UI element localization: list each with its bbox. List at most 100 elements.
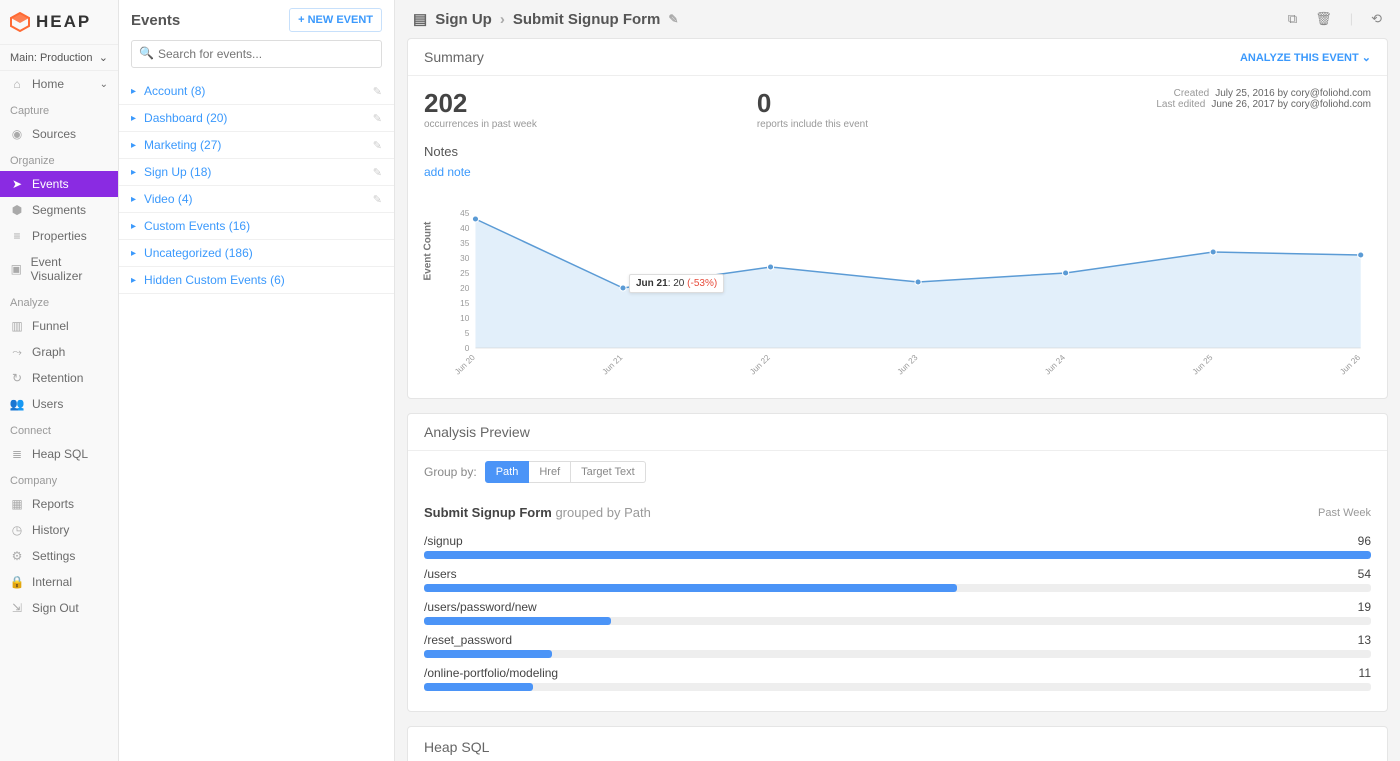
breadcrumb: ▤ Sign Up › Submit Signup Form ✎ — [413, 10, 678, 28]
nav-home-label: Home — [32, 77, 64, 91]
nav-item-label: Users — [32, 397, 63, 411]
pencil-icon[interactable]: ✎ — [373, 193, 382, 206]
project-selector[interactable]: Main: Production ⌄ — [0, 44, 118, 71]
bar-row: /reset_password13 — [424, 629, 1371, 662]
bar-label: /users/password/new — [424, 600, 537, 614]
breadcrumb-current: Submit Signup Form — [513, 11, 661, 28]
nav-section-label: Connect — [0, 417, 118, 441]
stat-label: occurrences in past week — [424, 119, 537, 130]
category-row[interactable]: ▸Marketing (27)✎ — [119, 132, 394, 159]
gear-icon: ⚙ — [10, 549, 24, 563]
window-icon: ▣ — [10, 262, 23, 276]
svg-text:20: 20 — [460, 284, 470, 293]
category-row[interactable]: ▸Custom Events (16) — [119, 213, 394, 240]
nav-item-funnel[interactable]: ▥Funnel — [0, 313, 118, 339]
category-row[interactable]: ▸Video (4)✎ — [119, 186, 394, 213]
category-row[interactable]: ▸Sign Up (18)✎ — [119, 159, 394, 186]
nav-item-label: Events — [32, 177, 69, 191]
nav-item-sources[interactable]: ◉Sources — [0, 121, 118, 147]
bar-value: 11 — [1359, 666, 1371, 680]
main-content: ▤ Sign Up › Submit Signup Form ✎ ⧉ 🗑 | ⟲… — [395, 0, 1400, 761]
svg-text:30: 30 — [460, 254, 470, 263]
bar-value: 13 — [1358, 633, 1371, 647]
refresh-icon[interactable]: ⟲ — [1371, 11, 1382, 27]
new-event-button[interactable]: + NEW EVENT — [289, 8, 382, 32]
category-row[interactable]: ▸ Hidden Custom Events (6) — [119, 267, 394, 294]
chevron-right-icon: › — [500, 11, 505, 28]
category-row[interactable]: ▸Dashboard (20)✎ — [119, 105, 394, 132]
events-search-input[interactable] — [131, 40, 382, 68]
nav-item-label: Properties — [32, 229, 87, 243]
stat-occurrences: 202 occurrences in past week — [424, 88, 537, 130]
chevron-right-icon: ▸ — [131, 275, 136, 286]
preview-subtitle: Submit Signup Form grouped by Path — [424, 505, 651, 520]
trash-icon[interactable]: 🗑 — [1315, 11, 1332, 27]
bar-label: /online-portfolio/modeling — [424, 666, 558, 680]
svg-text:Jun 25: Jun 25 — [1191, 353, 1215, 377]
bar-row: /users54 — [424, 563, 1371, 596]
nav-item-segments[interactable]: ⬢Segments — [0, 197, 118, 223]
svg-text:5: 5 — [465, 329, 470, 338]
category-label: Video (4) — [144, 192, 373, 206]
svg-text:Jun 20: Jun 20 — [453, 353, 477, 377]
nav-item-label: Sources — [32, 127, 76, 141]
nav-section-label: Analyze — [0, 289, 118, 313]
nav-item-label: Graph — [32, 345, 65, 359]
category-label: Hidden Custom Events (6) — [144, 273, 382, 287]
pencil-icon[interactable]: ✎ — [668, 12, 678, 26]
pencil-icon[interactable]: ✎ — [373, 139, 382, 152]
analyze-event-link[interactable]: ANALYZE THIS EVENT ⌄ — [1240, 51, 1371, 64]
pencil-icon[interactable]: ✎ — [373, 112, 382, 125]
category-label: Account (8) — [144, 84, 373, 98]
nav-item-events[interactable]: ➤Events — [0, 171, 118, 197]
category-row[interactable]: ▸Account (8)✎ — [119, 78, 394, 105]
nav-item-properties[interactable]: ≡Properties — [0, 223, 118, 249]
nav-section-label: Company — [0, 467, 118, 491]
groupby-path[interactable]: Path — [485, 461, 530, 483]
groupby-href[interactable]: Href — [529, 461, 571, 483]
copy-icon[interactable]: ⧉ — [1288, 11, 1297, 27]
nav-item-graph[interactable]: ⤳ Graph — [0, 339, 118, 365]
chevron-down-icon: ⌄ — [100, 79, 108, 90]
nav-item-label: Retention — [32, 371, 83, 385]
nav-item-label: Internal — [32, 575, 72, 589]
nav-item-event-visualizer[interactable]: ▣ Event Visualizer — [0, 249, 118, 289]
nav-item-label: Event Visualizer — [31, 255, 108, 283]
nav-home[interactable]: ⌂ Home ⌄ — [0, 71, 118, 97]
nav-item-reports[interactable]: ▦ Reports — [0, 491, 118, 517]
form-icon: ▤ — [413, 10, 427, 28]
category-label: Sign Up (18) — [144, 165, 373, 179]
pencil-icon[interactable]: ✎ — [373, 85, 382, 98]
bar-value: 19 — [1358, 600, 1371, 614]
calendar-icon: ▦ — [10, 497, 24, 511]
groupby-target-text[interactable]: Target Text — [571, 461, 646, 483]
svg-text:40: 40 — [460, 224, 470, 233]
nav-item-label: Reports — [32, 497, 74, 511]
bar-row: /users/password/new 19 — [424, 596, 1371, 629]
breadcrumb-parent[interactable]: Sign Up — [435, 11, 492, 28]
nav-item-retention[interactable]: ↻Retention — [0, 365, 118, 391]
nav-item-users[interactable]: 👥Users — [0, 391, 118, 417]
bar-fill — [424, 650, 552, 658]
add-note-link[interactable]: add note — [424, 165, 471, 179]
bar-track — [424, 683, 1371, 691]
nav-item-heap-sql[interactable]: ≣Heap SQL — [0, 441, 118, 467]
analysis-preview-card: Analysis Preview Group by: PathHrefTarge… — [407, 413, 1388, 712]
chevron-right-icon: ▸ — [131, 221, 136, 232]
bar-track — [424, 650, 1371, 658]
line-icon: ⤳ — [10, 345, 24, 359]
nav-item-settings[interactable]: ⚙Settings — [0, 543, 118, 569]
category-label: Marketing (27) — [144, 138, 373, 152]
nav-section-label: Capture — [0, 97, 118, 121]
chevron-right-icon: ▸ — [131, 248, 136, 259]
nav-item-sign-out[interactable]: ⇲Sign Out — [0, 595, 118, 621]
category-row[interactable]: ▸Uncategorized (186) — [119, 240, 394, 267]
nav-item-internal[interactable]: 🔒Internal — [0, 569, 118, 595]
bar-track — [424, 584, 1371, 592]
events-panel-title: Events — [131, 12, 180, 29]
category-label: Dashboard (20) — [144, 111, 373, 125]
bar-row: /online-portfolio/modeling 11 — [424, 662, 1371, 695]
nav-item-history[interactable]: ◷History — [0, 517, 118, 543]
pencil-icon[interactable]: ✎ — [373, 166, 382, 179]
bar-label: /users — [424, 567, 457, 581]
